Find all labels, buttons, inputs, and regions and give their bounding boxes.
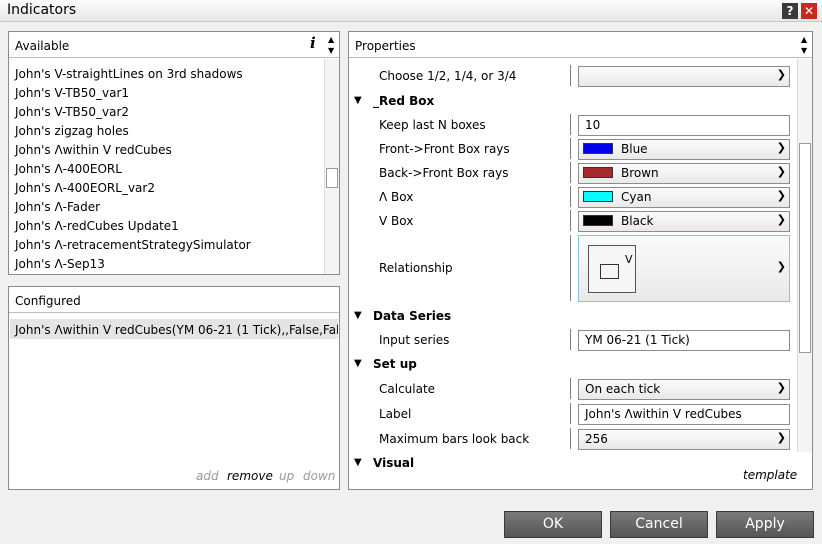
add-link[interactable]: add bbox=[196, 469, 219, 483]
properties-scrollbar[interactable] bbox=[797, 59, 812, 452]
apply-button[interactable]: Apply bbox=[716, 511, 814, 538]
relationship-label: Relationship bbox=[379, 261, 453, 275]
back-label: Back->Front Box rays bbox=[379, 166, 509, 180]
chevron-down-icon: ❯ bbox=[776, 68, 786, 81]
calculate-dropdown[interactable]: On each tick ❯ bbox=[578, 379, 790, 400]
maxbars-dropdown[interactable]: 256 ❯ bbox=[578, 429, 790, 450]
list-item[interactable]: John's Λwithin V redCubes bbox=[15, 143, 172, 157]
configured-row[interactable]: John's Λwithin V redCubes(YM 06-21 (1 Ti… bbox=[10, 319, 338, 339]
properties-title: Properties bbox=[355, 39, 416, 53]
configured-title: Configured bbox=[15, 294, 81, 308]
input-series-field[interactable]: YM 06-21 (1 Tick) bbox=[578, 330, 790, 351]
choose-label: Choose 1/2, 1/4, or 3/4 bbox=[379, 69, 517, 83]
scroll-thumb[interactable] bbox=[799, 143, 811, 353]
scroll-up-arrow-icon[interactable]: ▲ bbox=[801, 36, 807, 44]
maxbars-label: Maximum bars look back bbox=[379, 432, 530, 446]
relationship-glyph: V bbox=[625, 253, 633, 266]
label-input[interactable]: John's Λwithin V redCubes bbox=[578, 404, 790, 425]
template-link[interactable]: template bbox=[743, 468, 797, 482]
list-item[interactable]: John's V-TB50_var1 bbox=[15, 86, 129, 100]
collapse-triangle-icon[interactable]: ▼ bbox=[354, 457, 362, 467]
input-series-label: Input series bbox=[379, 333, 450, 347]
choose-dropdown[interactable]: ❯ bbox=[578, 66, 790, 87]
scroll-down-arrow-icon[interactable]: ▼ bbox=[801, 47, 807, 55]
available-scrollbar[interactable] bbox=[324, 59, 339, 274]
chevron-down-icon: ❯ bbox=[776, 165, 786, 178]
properties-grid: Choose 1/2, 1/4, or 3/4 ❯ ▼ _Red Box Kee… bbox=[349, 59, 797, 467]
front-label: Front->Front Box rays bbox=[379, 142, 510, 156]
relationship-dropdown[interactable]: V ❯ bbox=[578, 235, 790, 302]
collapse-triangle-icon[interactable]: ▼ bbox=[354, 310, 362, 321]
maxbars-value: 256 bbox=[585, 432, 608, 446]
collapse-triangle-icon[interactable]: ▼ bbox=[354, 95, 362, 106]
list-item[interactable]: John's Λ-retracementStrategySimulator bbox=[15, 238, 251, 252]
relationship-preview-icon: V bbox=[588, 245, 636, 293]
vbox-color-dropdown[interactable]: Black ❯ bbox=[578, 211, 790, 232]
chevron-down-icon: ❯ bbox=[776, 213, 786, 226]
collapse-triangle-icon[interactable]: ▼ bbox=[354, 358, 362, 369]
front-color-dropdown[interactable]: Blue ❯ bbox=[578, 139, 790, 160]
color-swatch bbox=[583, 191, 613, 202]
chevron-down-icon: ❯ bbox=[776, 189, 786, 202]
vbox-label: V Box bbox=[379, 214, 414, 228]
available-title: Available bbox=[15, 39, 70, 53]
up-link[interactable]: up bbox=[279, 469, 294, 483]
section-visual: Visual bbox=[373, 456, 415, 467]
window-title: Indicators bbox=[7, 2, 77, 18]
configured-panel: Configured John's Λwithin V redCubes(YM … bbox=[8, 286, 340, 490]
list-item[interactable]: John's Λ-Fader bbox=[15, 200, 100, 214]
scroll-thumb[interactable] bbox=[326, 168, 338, 188]
abox-label: Λ Box bbox=[379, 190, 414, 204]
list-item[interactable]: John's Λ-Sep13 bbox=[15, 257, 105, 271]
color-swatch bbox=[583, 215, 613, 226]
info-icon[interactable]: i bbox=[310, 34, 316, 52]
chevron-down-icon: ❯ bbox=[776, 141, 786, 154]
down-link[interactable]: down bbox=[303, 469, 335, 483]
properties-panel: Properties ▲ ▼ Choose 1/2, 1/4, or 3/4 ❯… bbox=[348, 31, 813, 490]
list-item[interactable]: John's Λ-400EORL_var2 bbox=[15, 181, 155, 195]
section-red-box: _Red Box bbox=[373, 94, 435, 108]
calculate-label: Calculate bbox=[379, 382, 436, 396]
available-header: Available i ▲ ▼ bbox=[9, 32, 339, 58]
color-swatch bbox=[583, 167, 613, 178]
list-item[interactable]: John's zigzag holes bbox=[15, 124, 129, 138]
list-item[interactable]: John's V-straightLines on 3rd shadows bbox=[15, 67, 243, 81]
list-item[interactable]: John's Λ-redCubes Update1 bbox=[15, 219, 179, 233]
calculate-value: On each tick bbox=[585, 382, 661, 396]
configured-item-label: John's Λwithin V redCubes(YM 06-21 (1 Ti… bbox=[15, 323, 338, 337]
abox-color-dropdown[interactable]: Cyan ❯ bbox=[578, 187, 790, 208]
close-button[interactable]: ✕ bbox=[801, 3, 817, 19]
chevron-down-icon: ❯ bbox=[776, 381, 786, 394]
configured-header: Configured bbox=[9, 287, 339, 313]
front-value: Blue bbox=[621, 142, 648, 156]
section-setup: Set up bbox=[373, 357, 417, 371]
list-item[interactable]: John's V-TB50_var2 bbox=[15, 105, 129, 119]
scroll-up-arrow-icon[interactable]: ▲ bbox=[328, 36, 334, 44]
scroll-down-arrow-icon[interactable]: ▼ bbox=[328, 47, 334, 55]
keep-label: Keep last N boxes bbox=[379, 118, 486, 132]
available-panel: Available i ▲ ▼ John's V-straightLines o… bbox=[8, 31, 340, 275]
color-swatch bbox=[583, 143, 613, 154]
vbox-value: Black bbox=[621, 214, 654, 228]
title-bar: Indicators ? ✕ bbox=[0, 0, 822, 22]
section-data-series: Data Series bbox=[373, 309, 452, 323]
label-label: Label bbox=[379, 407, 412, 421]
back-color-dropdown[interactable]: Brown ❯ bbox=[578, 163, 790, 184]
ok-button[interactable]: OK bbox=[504, 511, 602, 538]
cancel-button[interactable]: Cancel bbox=[610, 511, 708, 538]
help-button[interactable]: ? bbox=[782, 3, 798, 19]
chevron-down-icon: ❯ bbox=[776, 260, 786, 273]
keep-input[interactable]: 10 bbox=[578, 115, 790, 136]
abox-value: Cyan bbox=[621, 190, 652, 204]
properties-header: Properties ▲ ▼ bbox=[349, 32, 812, 58]
chevron-down-icon: ❯ bbox=[776, 431, 786, 444]
back-value: Brown bbox=[621, 166, 659, 180]
remove-link[interactable]: remove bbox=[227, 469, 273, 483]
list-item[interactable]: John's Λ-400EORL bbox=[15, 162, 122, 176]
